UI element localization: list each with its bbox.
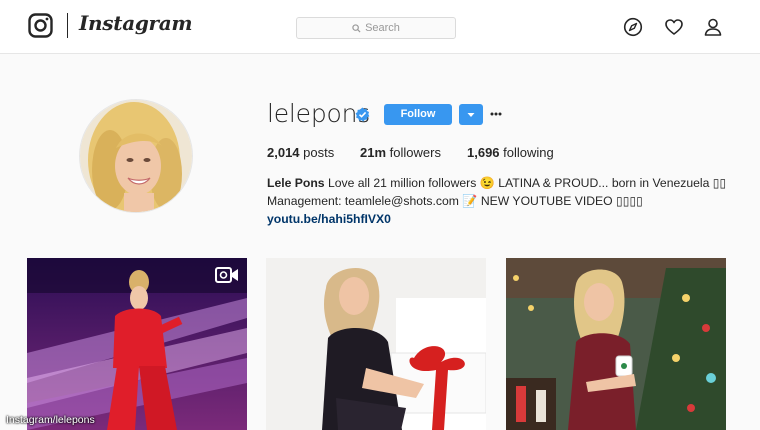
top-navbar: Instagram Search xyxy=(0,0,760,54)
image-credit: Instagram/lelepons xyxy=(6,414,95,426)
profile-full-name: Lele Pons xyxy=(267,176,325,190)
verified-badge-icon xyxy=(355,107,370,122)
video-camera-icon xyxy=(215,266,239,284)
stat-following-value: 1,696 xyxy=(467,145,500,160)
profile-avatar[interactable] xyxy=(79,99,193,213)
stat-followers-label: followers xyxy=(389,145,441,160)
post-thumbnail-3[interactable] xyxy=(506,258,726,430)
caret-down-icon xyxy=(467,113,475,117)
instagram-wordmark[interactable]: Instagram xyxy=(79,11,193,35)
person-icon[interactable] xyxy=(703,17,723,37)
stat-followers-value: 21m xyxy=(360,145,387,160)
follow-button[interactable]: Follow xyxy=(384,104,452,125)
stat-followers[interactable]: 21m followers xyxy=(360,145,441,160)
suggested-dropdown-button[interactable] xyxy=(459,104,483,125)
instagram-glyph-icon[interactable] xyxy=(28,13,53,38)
search-placeholder: Search xyxy=(365,22,400,34)
profile-bio: Lele Pons Love all 21 million followers … xyxy=(267,174,737,228)
heart-icon[interactable] xyxy=(664,17,684,37)
stat-following[interactable]: 1,696 following xyxy=(467,145,554,160)
ellipsis-icon xyxy=(490,112,502,116)
logo-divider xyxy=(67,13,68,38)
stat-posts-value: 2,014 xyxy=(267,145,300,160)
stat-posts-label: posts xyxy=(303,145,335,160)
post-thumbnail-2[interactable] xyxy=(266,258,486,430)
compass-icon[interactable] xyxy=(623,17,643,37)
bio-text-1: Love all 21 million followers 😉 LATINA &… xyxy=(327,176,727,190)
bio-line-2: Management: teamlele@shots.com 📝 NEW YOU… xyxy=(267,194,643,208)
more-options-button[interactable] xyxy=(490,111,502,117)
profile-website-link[interactable]: youtu.be/hahi5hfIVX0 xyxy=(267,210,737,228)
search-icon xyxy=(352,23,361,33)
stat-following-label: following xyxy=(503,145,554,160)
bio-line-1: Lele Pons Love all 21 million followers … xyxy=(267,174,737,192)
search-input[interactable]: Search xyxy=(296,17,456,39)
stat-posts: 2,014 posts xyxy=(267,145,334,160)
post-thumbnail-1[interactable] xyxy=(27,258,247,430)
